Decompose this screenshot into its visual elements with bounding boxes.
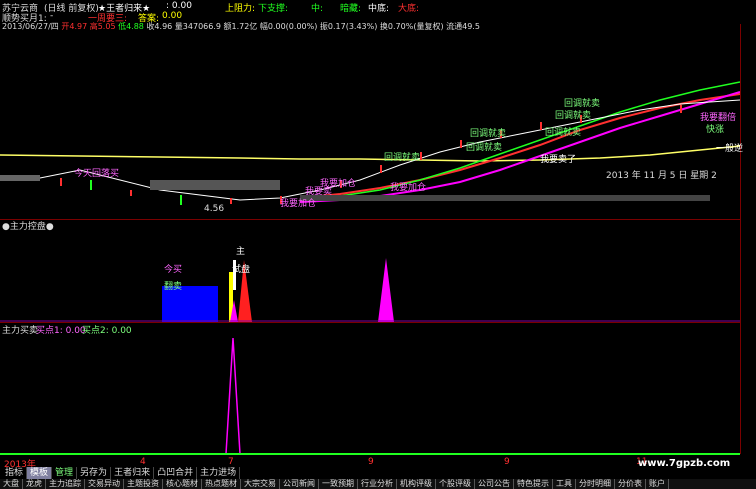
tab-template[interactable]: 模板 <box>27 467 53 479</box>
btab-tips[interactable]: 特色提示 <box>514 479 553 489</box>
price-chart[interactable] <box>0 30 740 220</box>
xaxis-tick-1: 4 <box>140 457 146 467</box>
btab-core-theme[interactable]: 核心题材 <box>163 479 202 489</box>
btab-tick-detail[interactable]: 分时明细 <box>576 479 615 489</box>
annotation-sell-5: 回调就卖 <box>555 111 592 121</box>
upper-resist-label: 上阻力: <box>225 4 256 14</box>
label-flip-sell: 翻卖 <box>164 282 183 292</box>
support-band-left <box>0 175 40 181</box>
tab-main-entry[interactable]: 主力进场 <box>197 467 241 479</box>
answer-value: 0.00 <box>162 11 183 21</box>
support-band-mid <box>150 180 280 190</box>
btab-industry[interactable]: 行业分析 <box>358 479 397 489</box>
green-ma-line <box>299 81 740 201</box>
annotation-sell-1: 回调就卖 <box>384 153 421 163</box>
btab-consensus[interactable]: 一致预期 <box>319 479 358 489</box>
right-axis-line <box>740 24 741 454</box>
btab-price-table[interactable]: 分价表 <box>615 479 646 489</box>
annotation-fast: 快涨 <box>706 125 725 135</box>
magenta-spike-3 <box>225 337 241 455</box>
btab-tools[interactable]: 工具 <box>553 479 576 489</box>
tab-save-as[interactable]: 另存为 <box>77 467 112 479</box>
annotation-add-1: 我要加仓 <box>390 183 427 193</box>
btab-announcement[interactable]: 公司公告 <box>475 479 514 489</box>
tab-manage[interactable]: 管理 <box>52 467 78 479</box>
mid-top-label: 中底: <box>368 4 390 14</box>
red-ma-line <box>299 93 740 199</box>
bull-label: 大底: <box>398 4 420 14</box>
yellow-ma-line <box>0 145 740 162</box>
tab-indicator[interactable]: 指标 <box>2 467 28 479</box>
annotation-sell-2: 回调就卖 <box>466 143 503 153</box>
btab-market[interactable]: 大盘 <box>0 479 23 489</box>
watermark-text: www.7gpzb.com <box>638 458 731 469</box>
tab-king-return[interactable]: 王者归来 <box>111 467 155 479</box>
indicator-value: : 0.00 <box>166 1 192 11</box>
annotation-sell-3: 回调就卖 <box>470 129 507 139</box>
indicator-tabbar: 指标 模板 管理 另存为 王者归来 凸凹合并 主力进场 <box>2 467 241 479</box>
annotation-sell-6: 回调就卖 <box>564 99 601 109</box>
annotation-sell-me: 我要卖 <box>305 187 333 197</box>
label-test: 试盘 <box>232 265 251 275</box>
panel2-chart[interactable] <box>0 220 740 322</box>
panel3-chart[interactable] <box>0 330 740 456</box>
label-main: 主 <box>236 247 246 257</box>
tab-merge[interactable]: 凸凹合并 <box>154 467 198 479</box>
xaxis-tick-4: 9 <box>504 457 510 467</box>
btab-dragon[interactable]: 龙虎 <box>23 479 46 489</box>
magenta-spike-2 <box>378 258 394 322</box>
price-low-label: 4.56 <box>204 204 225 214</box>
label-buy-now: 今买 <box>164 265 183 275</box>
btab-inst-rating[interactable]: 机构评级 <box>397 479 436 489</box>
annotation-sell-4: 回调就卖 <box>545 128 582 138</box>
annotation-add-3: 我要加仓 <box>280 199 317 209</box>
btab-block-trade[interactable]: 大宗交易 <box>241 479 280 489</box>
btab-hot-theme[interactable]: 热点题材 <box>202 479 241 489</box>
btab-theme-invest[interactable]: 主题投资 <box>124 479 163 489</box>
dark-horse-label: 暗藏: <box>340 4 362 14</box>
btab-stock-rating[interactable]: 个股评级 <box>436 479 475 489</box>
accum-value: - <box>50 11 54 21</box>
bottom-tabbar: 大盘 龙虎 主力追踪 交易异动 主题投资 核心题材 热点题材 大宗交易 公司新闻 一致预期 行业分析… <box>0 479 756 489</box>
btab-main-track[interactable]: 主力追踪 <box>46 479 85 489</box>
xaxis-tick-2: 7 <box>228 457 234 467</box>
annotation-sold: 我要卖了 <box>540 155 577 165</box>
btab-account[interactable]: 账户 <box>646 479 669 489</box>
annotation-buy: 今天回落买 <box>74 169 120 179</box>
right-level-label: 一般逆 <box>716 144 744 154</box>
xaxis-tick-3: 9 <box>368 457 374 467</box>
crosshair-date-label: 2013 年 11 月 5 日 星期 2 <box>606 171 717 181</box>
lower-support-label: 下支撑: <box>258 4 289 14</box>
btab-trade-anomaly[interactable]: 交易异动 <box>85 479 124 489</box>
support-band-right <box>300 195 710 201</box>
btab-company-news[interactable]: 公司新闻 <box>280 479 319 489</box>
mid-label: 中: <box>311 4 324 14</box>
